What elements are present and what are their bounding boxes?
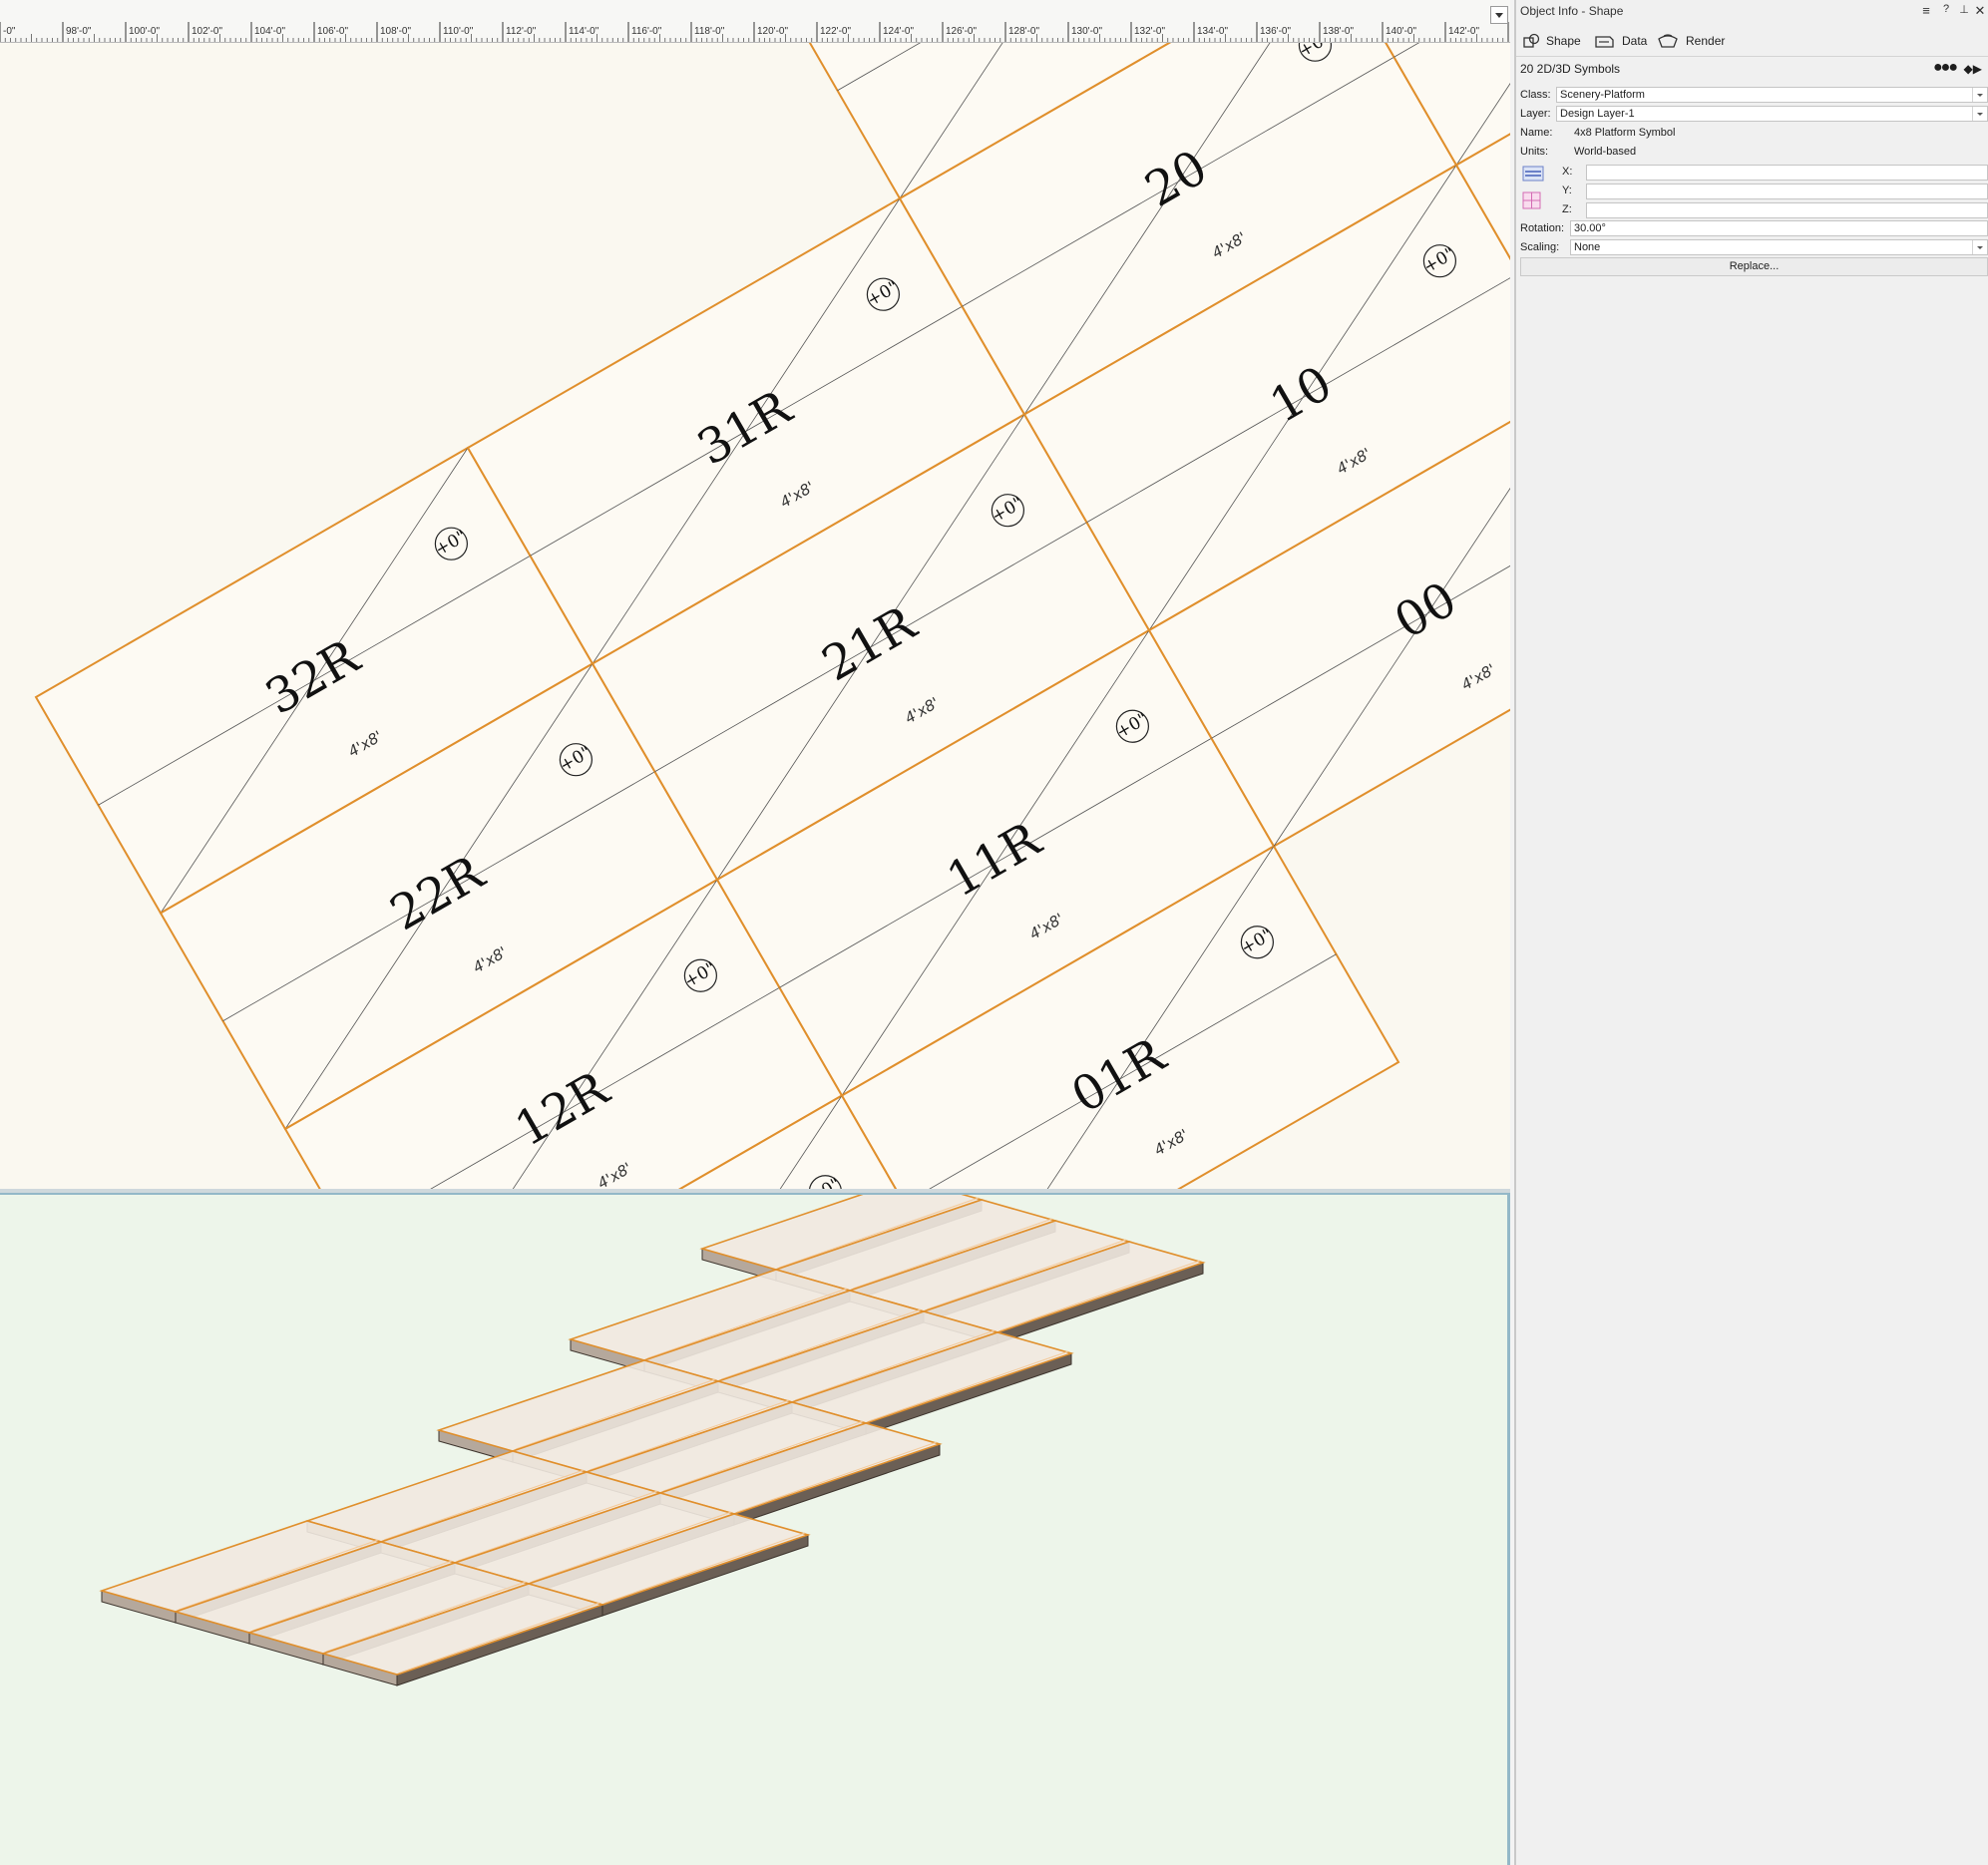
replace-button[interactable]: Replace...	[1520, 257, 1988, 276]
shape-icon	[1523, 33, 1540, 48]
chevron-down-icon[interactable]	[1972, 107, 1987, 121]
z-label: Z:	[1562, 203, 1572, 215]
plan-drawing: 32R+0"4'x8'22R+0"4'x8'12R+0"4'x8'02R+0"4…	[34, 43, 1510, 1189]
z-field[interactable]	[1586, 202, 1988, 218]
tab-render-label: Render	[1686, 34, 1726, 48]
info-tabs: Shape Data Render	[1516, 24, 1988, 57]
more-options-icon[interactable]: ●●●	[1933, 59, 1958, 77]
iso-platforms	[99, 1195, 1206, 1686]
ruler-label: 130'-0"	[1071, 26, 1102, 37]
ruler-scale: -0" 98'-0" 100'-0" 102'-0" 104'-0" 106'-0" 108…	[0, 22, 1509, 42]
tab-data[interactable]: Data	[1594, 31, 1647, 51]
position-2d-icon[interactable]	[1522, 191, 1542, 209]
ruler-label: 112'-0"	[506, 26, 537, 37]
name-label: Name:	[1520, 127, 1553, 139]
name-value: 4x8 Platform Symbol	[1574, 127, 1676, 139]
scaling-label: Scaling:	[1520, 241, 1560, 253]
isometric-3d-view[interactable]	[0, 1193, 1510, 1865]
data-icon	[1595, 36, 1614, 48]
ruler-label: 136'-0"	[1260, 26, 1291, 37]
layer-value: Design Layer-1	[1560, 108, 1635, 120]
platform-layout: 32R+0"4'x8'22R+0"4'x8'12R+0"4'x8'02R+0"4…	[34, 43, 1510, 1189]
tab-shape-label: Shape	[1546, 34, 1581, 48]
ruler-label: 98'-0"	[66, 26, 92, 37]
ruler-label: 106'-0"	[317, 26, 348, 37]
chevron-down-icon[interactable]	[1972, 240, 1987, 254]
ruler-label: 134'-0"	[1197, 26, 1228, 37]
ruler-label: 108'-0"	[380, 26, 411, 37]
y-label: Y:	[1562, 185, 1572, 196]
rotation-row: Rotation: 30.00°	[1516, 219, 1988, 237]
ruler-label: 122'-0"	[820, 26, 851, 37]
layer-row: Layer: Design Layer-1	[1516, 105, 1988, 123]
chevron-down-icon[interactable]	[1972, 88, 1987, 102]
iso-drawing	[99, 1195, 1206, 1686]
scaling-value: None	[1574, 241, 1601, 253]
ruler-label: 138'-0"	[1323, 26, 1354, 37]
selection-nav-icon[interactable]: ◆▶	[1964, 62, 1982, 76]
close-icon[interactable]: ✕	[1973, 3, 1987, 19]
layer-select[interactable]: Design Layer-1	[1556, 106, 1988, 122]
ruler-label: 142'-0"	[1448, 26, 1479, 37]
ruler-label: 104'-0"	[254, 26, 285, 37]
class-select[interactable]: Scenery-Platform	[1556, 87, 1988, 103]
pin-icon[interactable]: ⊥	[1957, 3, 1971, 16]
view-menu-dropdown[interactable]	[1490, 6, 1508, 24]
units-value: World-based	[1574, 146, 1637, 158]
ruler-label: 116'-0"	[631, 26, 662, 37]
ruler-label: 124'-0"	[883, 26, 914, 37]
panel-title: Object Info - Shape	[1520, 4, 1624, 18]
object-info-panel: Object Info - Shape ≡ ? ⊥ ✕ Shape Data R…	[1514, 0, 1988, 1865]
rotation-field[interactable]: 30.00°	[1570, 220, 1988, 236]
scaling-row: Scaling: None	[1516, 238, 1988, 256]
units-row: Units: World-based	[1516, 143, 1988, 161]
selection-summary: 20 2D/3D Symbols	[1520, 62, 1621, 76]
ruler-label: 118'-0"	[694, 26, 725, 37]
ruler-label: 140'-0"	[1386, 26, 1416, 37]
top-plan-view[interactable]: 32R+0"4'x8'22R+0"4'x8'12R+0"4'x8'02R+0"4…	[0, 43, 1510, 1189]
scaling-select[interactable]: None	[1570, 239, 1988, 255]
horizontal-ruler: -0" 98'-0" 100'-0" 102'-0" 104'-0" 106'-0" 108…	[0, 0, 1510, 43]
name-row: Name: 4x8 Platform Symbol	[1516, 124, 1988, 142]
ruler-label: 110'-0"	[443, 26, 474, 37]
ruler-label: -0"	[3, 26, 16, 37]
rotation-label: Rotation:	[1520, 222, 1565, 234]
help-icon[interactable]: ?	[1939, 3, 1953, 15]
layer-label: Layer:	[1520, 108, 1551, 120]
class-label: Class:	[1520, 89, 1551, 101]
ruler-label: 120'-0"	[757, 26, 788, 37]
position-3d-icon[interactable]	[1522, 166, 1544, 182]
units-label: Units:	[1520, 146, 1549, 158]
x-label: X:	[1562, 166, 1573, 178]
class-row: Class: Scenery-Platform	[1516, 86, 1988, 104]
ruler-label: 114'-0"	[569, 26, 599, 37]
tab-shape[interactable]: Shape	[1522, 31, 1581, 51]
x-field[interactable]	[1586, 165, 1988, 181]
ruler-label: 126'-0"	[946, 26, 977, 37]
tab-data-label: Data	[1622, 34, 1648, 48]
rotation-value: 30.00°	[1574, 222, 1606, 234]
ruler-label: 100'-0"	[129, 26, 160, 37]
class-value: Scenery-Platform	[1560, 89, 1645, 101]
tab-render[interactable]: Render	[1656, 31, 1725, 51]
ruler-label: 128'-0"	[1008, 26, 1039, 37]
y-field[interactable]	[1586, 184, 1988, 199]
ruler-label: 102'-0"	[192, 26, 222, 37]
ruler-label: 132'-0"	[1134, 26, 1165, 37]
render-icon	[1658, 34, 1678, 48]
menu-icon[interactable]: ≡	[1919, 3, 1933, 18]
